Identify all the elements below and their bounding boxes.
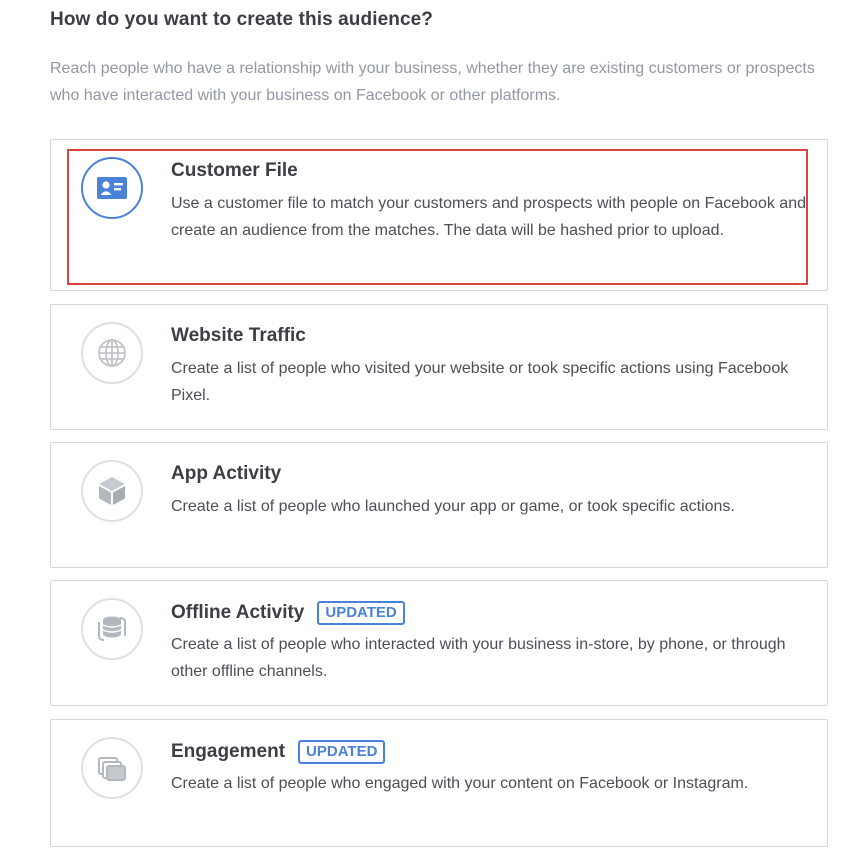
database-sync-icon — [81, 598, 143, 660]
option-description: Create a list of people who engaged with… — [171, 775, 749, 792]
option-customer-file[interactable]: Customer File Use a customer file to mat… — [50, 139, 828, 291]
option-title: Customer File — [171, 160, 298, 181]
option-description: Use a customer file to match your custom… — [171, 195, 806, 239]
option-description: Create a list of people who launched you… — [171, 498, 735, 515]
stacked-pages-icon — [81, 737, 143, 799]
option-offline-activity[interactable]: Offline Activity UPDATED Create a list o… — [50, 580, 828, 706]
id-card-icon — [81, 157, 143, 219]
option-description: Create a list of people who visited your… — [171, 360, 789, 404]
updated-badge: UPDATED — [317, 601, 405, 625]
page-description: Reach people who have a relationship wit… — [50, 60, 815, 104]
updated-badge: UPDATED — [298, 740, 386, 764]
page-title: How do you want to create this audience? — [50, 9, 433, 30]
option-title: Offline Activity UPDATED — [171, 601, 405, 625]
cube-icon — [81, 460, 143, 522]
option-description: Create a list of people who interacted w… — [171, 636, 786, 680]
option-title: Website Traffic — [171, 325, 306, 346]
option-website-traffic[interactable]: Website Traffic Create a list of people … — [50, 304, 828, 430]
option-title: App Activity — [171, 463, 282, 484]
option-title: Engagement UPDATED — [171, 740, 386, 764]
option-engagement[interactable]: Engagement UPDATED Create a list of peop… — [50, 719, 828, 847]
option-app-activity[interactable]: App Activity Create a list of people who… — [50, 442, 828, 568]
globe-icon — [81, 322, 143, 384]
